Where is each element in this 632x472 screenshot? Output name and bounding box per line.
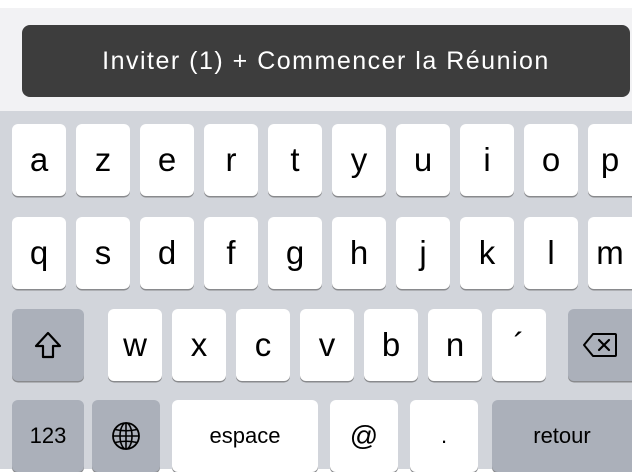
dot-key-label: . (440, 423, 448, 448)
key-l-label: l (547, 234, 555, 271)
top-area: Inviter (1) + Commencer la Réunion (0, 0, 632, 111)
return-key-label: retour (533, 423, 591, 448)
globe-key[interactable] (92, 400, 160, 472)
key-w[interactable]: w (108, 309, 162, 381)
key-e[interactable]: e (140, 124, 194, 196)
keyboard: a z e r t y u i o p q s d f g h j k l m … (0, 111, 632, 472)
key-h-label: h (349, 234, 369, 271)
key-v[interactable]: v (300, 309, 354, 381)
dot-key[interactable]: . (410, 400, 478, 472)
return-key[interactable]: retour (492, 400, 632, 472)
key-r[interactable]: r (204, 124, 258, 196)
key-o-label: o (541, 141, 561, 178)
key-f[interactable]: f (204, 217, 258, 289)
at-key-label: @ (349, 420, 379, 451)
key-l[interactable]: l (524, 217, 578, 289)
key-e-label: e (157, 141, 177, 178)
numbers-key[interactable]: 123 (12, 400, 84, 472)
key-q-label: q (29, 234, 49, 271)
key-u-label: u (413, 141, 433, 178)
key-x-label: x (190, 326, 208, 363)
key-f-label: f (226, 234, 236, 271)
key-v-label: v (318, 326, 336, 363)
key-c[interactable]: c (236, 309, 290, 381)
key-z[interactable]: z (76, 124, 130, 196)
key-j-label: j (419, 234, 427, 271)
key-t[interactable]: t (268, 124, 322, 196)
key-y-label: y (350, 141, 368, 178)
key-i[interactable]: i (460, 124, 514, 196)
key-r-label: r (225, 141, 237, 178)
key-g-label: g (285, 234, 305, 271)
key-acute-accent[interactable]: ´ (492, 309, 546, 381)
key-m-label: m (596, 234, 624, 271)
shift-icon (33, 330, 63, 360)
invite-start-meeting-label: Inviter (1) + Commencer la Réunion (102, 46, 550, 75)
key-w-label: w (123, 326, 147, 363)
key-d-label: d (157, 234, 177, 271)
key-q[interactable]: q (12, 217, 66, 289)
backspace-key[interactable] (568, 309, 632, 381)
numbers-key-label: 123 (29, 423, 67, 448)
globe-icon (110, 420, 142, 452)
key-y[interactable]: y (332, 124, 386, 196)
at-key[interactable]: @ (330, 400, 398, 472)
key-t-label: t (290, 141, 300, 178)
key-k-label: k (478, 234, 496, 271)
key-h[interactable]: h (332, 217, 386, 289)
key-u[interactable]: u (396, 124, 450, 196)
invite-start-meeting-button[interactable]: Inviter (1) + Commencer la Réunion (22, 25, 630, 97)
key-m[interactable]: m (588, 217, 632, 289)
key-d[interactable]: d (140, 217, 194, 289)
key-n[interactable]: n (428, 309, 482, 381)
key-p-label: p (600, 141, 620, 178)
key-n-label: n (445, 326, 465, 363)
space-key-label: espace (209, 423, 281, 448)
key-a-label: a (29, 141, 49, 178)
shift-key[interactable] (12, 309, 84, 381)
key-a[interactable]: a (12, 124, 66, 196)
key-i-label: i (483, 141, 491, 178)
backspace-icon (582, 332, 618, 358)
key-b[interactable]: b (364, 309, 418, 381)
key-b-label: b (381, 326, 401, 363)
key-s[interactable]: s (76, 217, 130, 289)
key-x[interactable]: x (172, 309, 226, 381)
key-g[interactable]: g (268, 217, 322, 289)
key-j[interactable]: j (396, 217, 450, 289)
key-k[interactable]: k (460, 217, 514, 289)
key-p[interactable]: p (588, 124, 632, 196)
key-s-label: s (94, 234, 112, 271)
key-c-label: c (254, 326, 272, 363)
key-z-label: z (94, 141, 112, 178)
space-key[interactable]: espace (172, 400, 318, 472)
key-o[interactable]: o (524, 124, 578, 196)
key-acute-accent-label: ´ (513, 326, 525, 363)
